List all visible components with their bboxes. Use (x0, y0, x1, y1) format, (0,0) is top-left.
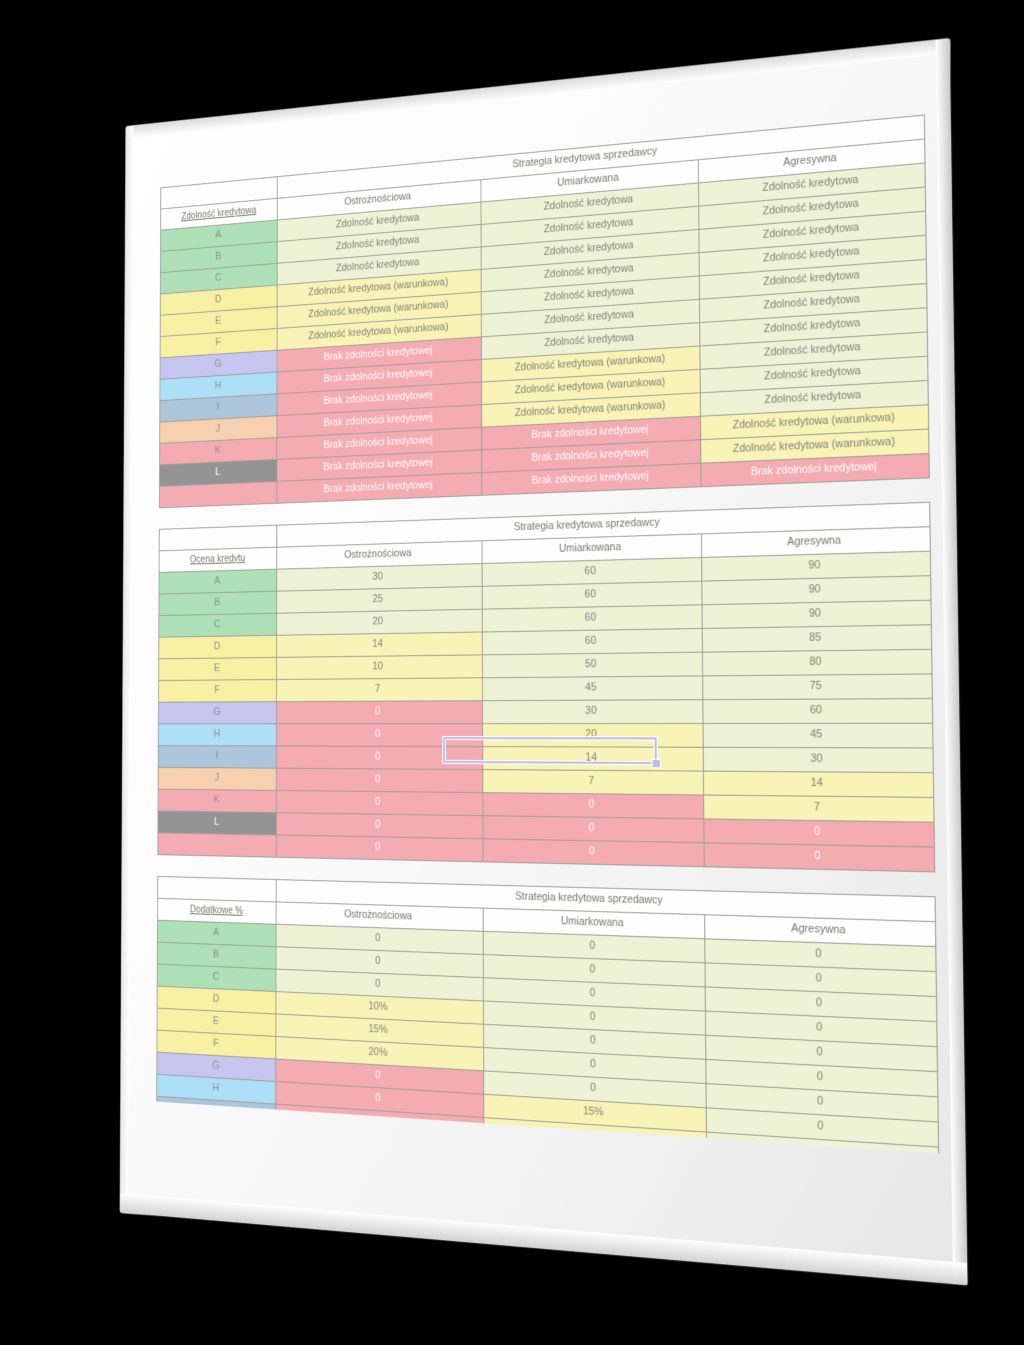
data-cell[interactable]: 60 (482, 604, 703, 632)
data-cell[interactable]: 0 (276, 745, 483, 770)
scene: Strategia kredytowa sprzedawcy Zdolność k… (0, 0, 1024, 1345)
data-cell[interactable]: 0 (276, 768, 483, 793)
table-dodatkowe-procent[interactable]: Strategia kredytowa sprzedawcy Dodatkowe … (156, 876, 939, 1154)
panel-right-bevel (935, 38, 968, 1286)
data-cell[interactable]: 0 (276, 834, 483, 862)
row-label-cell[interactable]: E (158, 657, 277, 681)
data-cell[interactable]: 90 (702, 600, 932, 629)
table-zdolnosc-kredytowa[interactable]: Strategia kredytowa sprzedawcy Zdolność k… (159, 114, 930, 508)
spreadsheet-sheet[interactable]: Strategia kredytowa sprzedawcy Zdolność k… (156, 114, 939, 1154)
data-cell[interactable]: 75 (703, 673, 933, 700)
data-cell[interactable]: 0 (275, 1126, 484, 1154)
table-block-dodatkowe-procent: Strategia kredytowa sprzedawcy Dodatkowe … (156, 876, 939, 1154)
data-cell[interactable]: 0 (482, 838, 705, 867)
data-cell[interactable]: 45 (482, 675, 704, 701)
data-cell[interactable]: 0 (276, 700, 483, 724)
data-cell[interactable]: 25 (276, 586, 483, 614)
presentation-panel: Strategia kredytowa sprzedawcy Zdolność k… (120, 38, 968, 1286)
row-label-cell[interactable]: G (158, 701, 277, 724)
row-label-cell[interactable]: A (158, 569, 277, 594)
data-cell[interactable]: 0 (704, 842, 935, 872)
data-cell[interactable]: 20 (482, 723, 704, 748)
data-cell[interactable]: 10 (276, 654, 483, 680)
data-cell[interactable]: 14 (276, 631, 483, 658)
data-cell[interactable]: 60 (482, 628, 703, 655)
table-row: G 0 30 60 (158, 698, 933, 724)
data-cell[interactable]: 30 (703, 747, 934, 773)
data-cell[interactable]: 25% (483, 1140, 708, 1154)
row-label-cell[interactable]: L (157, 810, 277, 835)
row-label-cell[interactable]: K (157, 789, 277, 813)
data-cell[interactable]: 0 (275, 1149, 484, 1154)
row-label-cell[interactable]: J (156, 1118, 276, 1150)
corner-header-ocena-kredytu: Ocena kredytu (159, 547, 277, 573)
data-cell[interactable]: 7 (482, 769, 705, 795)
tables-host: Strategia kredytowa sprzedawcy Zdolność k… (156, 114, 939, 1154)
selection-fill-handle[interactable] (652, 758, 662, 768)
row-label-cell[interactable] (159, 481, 278, 508)
data-cell[interactable]: 7 (704, 794, 935, 823)
table-ocena-kredytu[interactable]: Strategia kredytowa sprzedawcy Ocena kred… (157, 502, 935, 873)
table-block-zdolnosc-kredytowa: Strategia kredytowa sprzedawcy Zdolność k… (159, 114, 930, 508)
panel-left-bevel (120, 126, 134, 1213)
data-cell[interactable]: 50 (482, 652, 704, 678)
table-row: H 0 20 45 (158, 723, 934, 748)
data-cell[interactable]: 14 (482, 746, 704, 772)
row-label-cell[interactable]: D (158, 635, 277, 659)
data-cell[interactable]: 0 (276, 723, 483, 747)
data-cell[interactable]: 20 (276, 609, 483, 636)
data-cell[interactable]: 14 (703, 771, 934, 798)
row-label-cell[interactable]: B (158, 591, 277, 616)
data-cell[interactable]: 0 (482, 792, 705, 819)
data-cell[interactable]: 30 (482, 699, 704, 724)
data-cell[interactable]: 0 (276, 790, 483, 816)
data-cell[interactable]: 7 (276, 677, 483, 702)
row-label-cell[interactable]: H (158, 723, 277, 746)
row-label-cell[interactable]: F (158, 679, 277, 703)
row-label-cell[interactable]: I (158, 745, 277, 769)
row-label-cell[interactable]: K (156, 1140, 276, 1154)
table-block-ocena-kredytu: Strategia kredytowa sprzedawcy Ocena kred… (157, 502, 935, 873)
row-label-cell[interactable]: C (158, 613, 277, 638)
data-cell[interactable]: 60 (703, 698, 933, 724)
data-cell[interactable]: 85 (702, 624, 932, 653)
row-label-cell[interactable]: J (158, 767, 277, 791)
data-cell[interactable]: 80 (702, 649, 933, 676)
data-cell[interactable]: 45 (703, 723, 934, 748)
row-label-cell[interactable] (157, 832, 277, 858)
